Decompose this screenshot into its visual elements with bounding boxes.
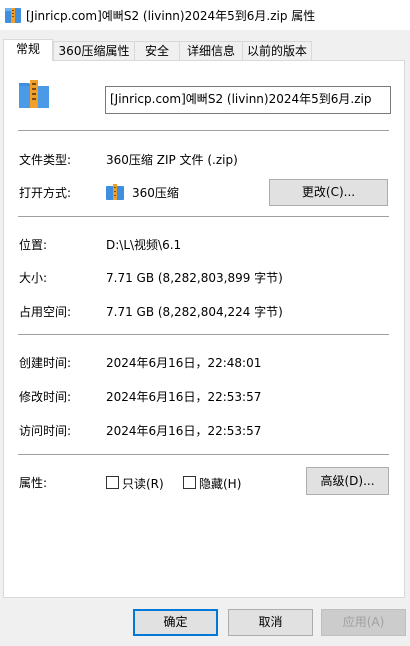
hidden-checkbox[interactable] xyxy=(183,476,196,489)
tab-strip: 常规 360压缩属性 安全 详细信息 以前的版本 xyxy=(0,39,410,61)
modified-value: 2024年6月16日，22:53:57 xyxy=(106,390,262,404)
zip-archive-icon xyxy=(19,80,49,108)
open-with-label: 打开方式: xyxy=(19,186,72,200)
file-name-field[interactable]: [Jinricp.com]예뻐S2 (livinn)2024年5到6月.zip xyxy=(105,86,391,114)
open-with-value: 360压缩 xyxy=(132,186,179,200)
ok-button[interactable]: 确定 xyxy=(133,609,218,636)
size-value: 7.71 GB (8,282,803,899 字节) xyxy=(106,271,283,285)
cancel-button[interactable]: 取消 xyxy=(228,609,313,636)
tab-details[interactable]: 详细信息 xyxy=(179,41,243,60)
change-button[interactable]: 更改(C)... xyxy=(269,179,388,206)
divider xyxy=(18,334,389,335)
divider xyxy=(18,216,389,217)
location-value: D:\L\视频\6.1 xyxy=(106,238,182,252)
tab-security[interactable]: 安全 xyxy=(134,41,180,60)
divider xyxy=(18,130,389,131)
file-type-value: 360压缩 ZIP 文件 (.zip) xyxy=(106,153,238,167)
size-on-disk-value: 7.71 GB (8,282,804,224 字节) xyxy=(106,305,283,319)
title-bar: [Jinricp.com]예뻐S2 (livinn)2024年5到6月.zip … xyxy=(0,0,410,30)
general-panel xyxy=(3,60,405,598)
size-on-disk-label: 占用空间: xyxy=(19,305,72,319)
created-value: 2024年6月16日，22:48:01 xyxy=(106,356,262,370)
hidden-label[interactable]: 隐藏(H) xyxy=(199,475,241,492)
readonly-label[interactable]: 只读(R) xyxy=(122,475,164,492)
size-label: 大小: xyxy=(19,271,48,285)
location-label: 位置: xyxy=(19,238,48,252)
advanced-button[interactable]: 高级(D)... xyxy=(306,467,389,495)
readonly-checkbox[interactable] xyxy=(106,476,119,489)
accessed-value: 2024年6月16日，22:53:57 xyxy=(106,424,262,438)
window-title: [Jinricp.com]예뻐S2 (livinn)2024年5到6月.zip … xyxy=(26,9,316,23)
accessed-label: 访问时间: xyxy=(19,424,72,438)
zip-archive-icon xyxy=(5,8,21,23)
attributes-label: 属性: xyxy=(19,476,48,490)
modified-label: 修改时间: xyxy=(19,390,72,404)
tab-general[interactable]: 常规 xyxy=(3,39,53,61)
tab-360-properties[interactable]: 360压缩属性 xyxy=(53,41,135,60)
divider xyxy=(18,454,389,455)
apply-button[interactable]: 应用(A) xyxy=(321,609,406,636)
zip-archive-icon xyxy=(106,184,124,200)
created-label: 创建时间: xyxy=(19,356,72,370)
tab-previous-versions[interactable]: 以前的版本 xyxy=(242,41,312,60)
file-type-label: 文件类型: xyxy=(19,153,72,167)
